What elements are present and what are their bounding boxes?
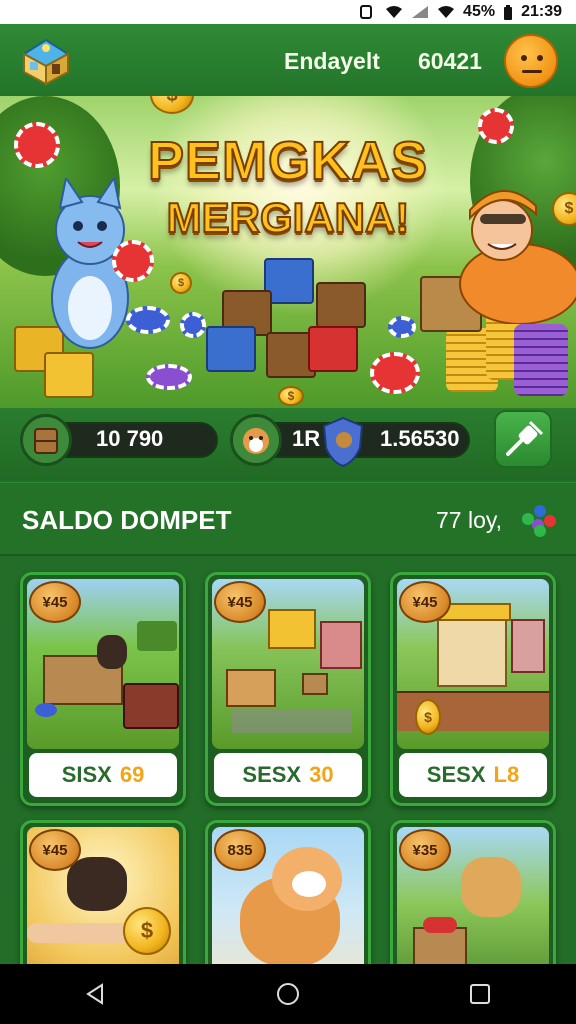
status-bar: 45% 21:39 xyxy=(0,0,576,24)
recent-square-icon[interactable] xyxy=(460,974,500,1014)
home-circle-icon[interactable] xyxy=(268,974,308,1014)
price-badge: ¥35 xyxy=(399,829,451,871)
crate-block xyxy=(316,282,366,328)
price-badge: ¥45 xyxy=(214,581,266,623)
settings-button[interactable] xyxy=(494,410,552,468)
coin-balance: 60421 xyxy=(418,48,482,74)
card-price: L8 xyxy=(493,762,520,787)
color-dots-icon[interactable] xyxy=(522,505,556,537)
shield-icon xyxy=(322,416,364,468)
casino-chip-icon xyxy=(388,316,416,338)
card-label: SESX L8 xyxy=(399,753,547,797)
username: Endayelt xyxy=(284,48,380,74)
resource-right-value: 1.56530 xyxy=(380,426,460,451)
casino-chip-icon xyxy=(370,352,420,394)
gold-block xyxy=(44,352,94,398)
product-card[interactable]: $ ¥45 SESX L8 xyxy=(390,572,556,806)
price-badge: ¥45 xyxy=(29,581,81,623)
house-logo-icon[interactable] xyxy=(16,32,74,86)
resource-bar: 10 790 1R 1.56530 xyxy=(0,408,576,480)
signal-icon xyxy=(411,5,429,19)
blue-block xyxy=(206,326,256,372)
product-card[interactable]: ¥35 xyxy=(390,820,556,964)
clock: 21:39 xyxy=(521,3,562,20)
system-nav-bar xyxy=(0,964,576,1024)
wallet-count: 77 loy, xyxy=(436,507,503,533)
chip-stack xyxy=(514,324,568,396)
dog-resource-icon xyxy=(230,414,282,466)
casino-chip-icon xyxy=(112,240,154,282)
red-block xyxy=(308,326,358,372)
price-badge: ¥45 xyxy=(399,581,451,623)
product-grid: ¥45 SISX 69 ¥45 SESX 30 $ ¥45 SESX L8 $ … xyxy=(0,556,576,964)
resource-mid-label: 1R xyxy=(292,426,321,451)
casino-chip-icon xyxy=(180,312,206,338)
emoji-face-icon[interactable] xyxy=(504,34,558,88)
resource-left-value: 10 790 xyxy=(96,426,164,451)
banner-title-line1: PEMGKAS xyxy=(147,130,429,192)
battery-percent: 45% xyxy=(463,3,496,20)
product-card[interactable]: ¥45 SISX 69 xyxy=(20,572,186,806)
card-label: SESX 30 xyxy=(214,753,362,797)
product-card[interactable]: 835 xyxy=(205,820,371,964)
card-name: SESX xyxy=(242,762,302,787)
card-name: SISX xyxy=(61,762,112,787)
card-price: 69 xyxy=(119,762,145,787)
card-label: SISX 69 xyxy=(29,753,177,797)
banner-title-line2: MERGIANA! xyxy=(166,193,411,242)
card-price: 30 xyxy=(309,762,334,787)
back-triangle-icon[interactable] xyxy=(76,974,116,1014)
casino-chip-icon xyxy=(146,364,192,390)
price-badge: ¥45 xyxy=(29,829,81,871)
notification-icon xyxy=(359,5,377,19)
price-badge: 835 xyxy=(214,829,266,871)
coin-icon: $ xyxy=(278,386,304,406)
wallet-title: SALDO DOMPET xyxy=(22,505,232,535)
wifi-icon xyxy=(385,5,403,19)
crate-resource-icon xyxy=(20,414,72,466)
app-header: Endayelt 60421 xyxy=(0,24,576,96)
battery-icon xyxy=(503,5,513,20)
promo-banner[interactable]: $ $ $ $ xyxy=(0,96,576,408)
wifi-icon-2 xyxy=(437,5,455,19)
product-card[interactable]: ¥45 SESX 30 xyxy=(205,572,371,806)
coin-icon: $ xyxy=(170,272,192,294)
card-name: SESX xyxy=(426,762,486,787)
product-card[interactable]: $ ¥45 xyxy=(20,820,186,964)
wallet-section: SALDO DOMPET 77 loy, xyxy=(0,482,576,556)
plug-icon xyxy=(506,420,544,456)
